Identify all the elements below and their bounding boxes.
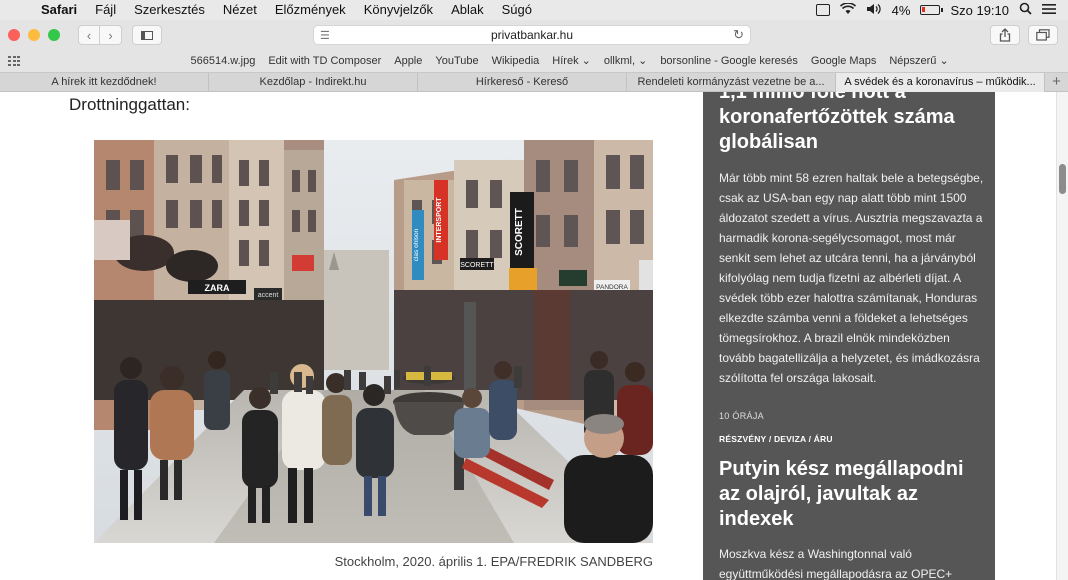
battery-percent: 4%: [891, 2, 911, 18]
sign-pandora: PANDORA: [596, 284, 628, 291]
news-headline[interactable]: 1,1 millió fölé nőtt a koronafertőzöttek…: [719, 92, 979, 155]
browser-tab[interactable]: Hírkereső - Kereső: [418, 73, 627, 92]
chevron-left-icon: ‹: [86, 27, 92, 43]
browser-tab[interactable]: A hírek itt kezdődnek!: [0, 73, 209, 92]
news-category-link[interactable]: RÉSZVÉNY / DEVIZA / ÁRU: [719, 434, 833, 444]
fullscreen-window-button[interactable]: [48, 29, 60, 41]
checkbox-status-icon[interactable]: [815, 4, 830, 16]
battery-icon[interactable]: [920, 5, 944, 15]
menu-bar: Safari Fájl Szerkesztés Nézet Előzmények…: [0, 0, 1068, 20]
page-scrollbar[interactable]: [1056, 92, 1068, 580]
news-lead: Moszkva kész a Washingtonnal való együtt…: [719, 547, 953, 580]
tab-bar: A hírek itt kezdődnek! Kezdőlap - Indire…: [0, 72, 1068, 92]
volume-icon[interactable]: [866, 3, 882, 18]
article-photo: ZARA accent SCORETT INTERSPORT clas ohls…: [94, 140, 653, 543]
favorite-folder-hirek[interactable]: Hírek ⌄: [546, 50, 598, 72]
favorite-item[interactable]: Edit with TD Composer: [262, 50, 388, 72]
favorite-item[interactable]: borsonline - Google keresés: [654, 50, 805, 72]
browser-tab[interactable]: Kezdőlap - Indirekt.hu: [209, 73, 418, 92]
reload-icon[interactable]: ↻: [733, 27, 744, 43]
sign-accent: accent: [258, 292, 279, 299]
menu-file[interactable]: Fájl: [86, 0, 125, 20]
favorite-item[interactable]: YouTube: [429, 50, 485, 72]
browser-tab[interactable]: Rendeleti kormányzást vezetne be a...: [627, 73, 836, 92]
menu-view[interactable]: Nézet: [214, 0, 266, 20]
article-subheading: Drottninggattan:: [69, 95, 190, 114]
sidebar-icon: [141, 30, 153, 40]
show-sidebar-button[interactable]: [132, 25, 162, 45]
sign-clas-ohlson: clas ohlson: [413, 228, 420, 261]
scrollbar-thumb[interactable]: [1059, 164, 1066, 194]
tabs-icon: [1036, 29, 1050, 41]
url-text: privatbankar.hu: [490, 28, 574, 42]
favorites-bar: 566514.w.jpg Edit with TD Composer Apple…: [0, 50, 1068, 72]
spotlight-search-icon[interactable]: [1019, 2, 1032, 18]
minimize-window-button[interactable]: [28, 29, 40, 41]
news-timestamp: 10 ÓRÁJA: [719, 411, 764, 421]
clock[interactable]: Szo 19:10: [950, 3, 1009, 18]
notification-center-icon[interactable]: [1042, 3, 1056, 18]
menu-app-safari[interactable]: Safari: [32, 0, 86, 20]
sign-intersport: INTERSPORT: [436, 197, 443, 243]
favorite-item[interactable]: Apple: [388, 50, 429, 72]
back-button[interactable]: ‹: [78, 25, 100, 45]
favorite-item[interactable]: Google Maps: [804, 50, 882, 72]
browser-tab-active[interactable]: A svédek és a koronavírus – működik...: [836, 73, 1045, 92]
chevron-right-icon: ›: [108, 27, 113, 43]
favorite-folder-ollkml[interactable]: ollkml, ⌄: [597, 50, 653, 72]
news-lead: Már több mint 58 ezren haltak bele a bet…: [719, 171, 984, 385]
share-icon: [999, 28, 1011, 42]
photo-caption: Stockholm, 2020. április 1. EPA/FREDRIK …: [334, 554, 653, 569]
browser-toolbar: ‹ › ☰ privatbankar.hu ↻: [0, 20, 1068, 50]
menu-window[interactable]: Ablak: [442, 0, 493, 20]
sign-zara: ZARA: [205, 283, 230, 293]
sign-scorett-small: SCORETT: [460, 262, 494, 269]
menu-help[interactable]: Súgó: [493, 0, 541, 20]
show-all-bookmarks-icon[interactable]: [8, 56, 20, 66]
news-sidebar: 1,1 millió fölé nőtt a koronafertőzöttek…: [703, 92, 995, 580]
favorite-item[interactable]: 566514.w.jpg: [184, 50, 262, 72]
menu-edit[interactable]: Szerkesztés: [125, 0, 214, 20]
news-headline[interactable]: Putyin kész megállapodni az olajról, jav…: [719, 457, 979, 532]
new-tab-button[interactable]: +: [1045, 73, 1068, 91]
favorite-item[interactable]: Wikipedia: [485, 50, 546, 72]
address-bar[interactable]: ☰ privatbankar.hu ↻: [313, 25, 751, 45]
tab-overview-button[interactable]: [1028, 25, 1058, 45]
sign-scorett: SCORETT: [514, 208, 525, 256]
wifi-icon[interactable]: [839, 1, 856, 18]
close-window-button[interactable]: [8, 29, 20, 41]
favorite-folder-nepszeru[interactable]: Népszerű ⌄: [883, 50, 955, 72]
menu-history[interactable]: Előzmények: [266, 0, 355, 20]
menu-bookmarks[interactable]: Könyvjelzők: [355, 0, 442, 20]
window-controls: [8, 29, 60, 41]
forward-button[interactable]: ›: [100, 25, 122, 45]
reader-view-icon[interactable]: ☰: [320, 29, 330, 42]
web-page: Drottninggattan: ZARA accent SCORETT INT…: [0, 92, 1056, 580]
share-button[interactable]: [990, 25, 1020, 45]
